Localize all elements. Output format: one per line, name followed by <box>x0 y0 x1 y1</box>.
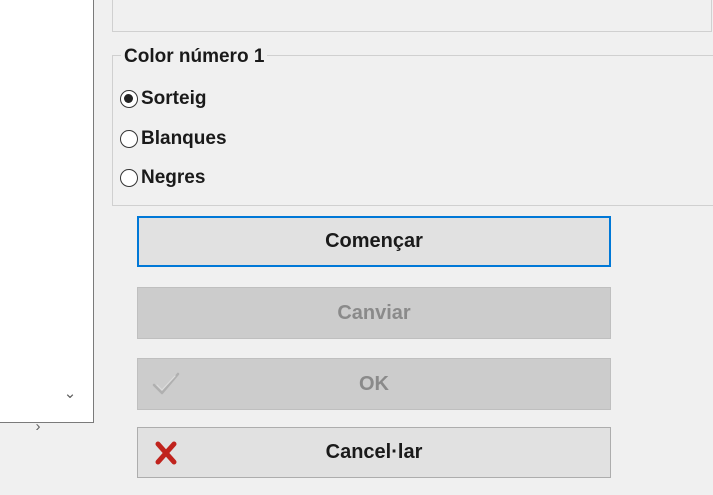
red-x-icon <box>150 437 182 469</box>
cancel-button[interactable]: Cancel·lar <box>137 427 611 478</box>
color-group-title: Color número 1 <box>121 46 268 68</box>
change-button[interactable]: Canviar <box>137 287 611 339</box>
cancel-button-label: Cancel·lar <box>325 441 423 463</box>
radio-sorteig-label: Sorteig <box>141 88 207 109</box>
ok-button-label: OK <box>359 372 389 395</box>
radio-blanques[interactable]: Blanques <box>120 127 227 151</box>
radio-sorteig[interactable]: Sorteig <box>120 87 206 111</box>
radio-button-unchecked-icon[interactable] <box>120 130 138 148</box>
checkmark-icon <box>150 368 182 400</box>
left-list-panel[interactable] <box>0 0 94 423</box>
change-button-label: Canviar <box>337 301 411 324</box>
radio-negres[interactable]: Negres <box>120 166 205 190</box>
radio-button-unchecked-icon[interactable] <box>120 169 138 187</box>
radio-blanques-label: Blanques <box>141 128 227 149</box>
ok-button[interactable]: OK <box>137 358 611 410</box>
upper-group-box <box>112 0 712 32</box>
scroll-down-arrow-icon[interactable]: ⌄ <box>60 383 80 403</box>
radio-negres-label: Negres <box>141 167 206 188</box>
start-button[interactable]: Començar <box>137 216 611 267</box>
radio-button-checked-icon[interactable] <box>120 90 138 108</box>
scroll-right-arrow-icon[interactable]: › <box>28 416 48 436</box>
start-button-label: Començar <box>325 230 423 252</box>
